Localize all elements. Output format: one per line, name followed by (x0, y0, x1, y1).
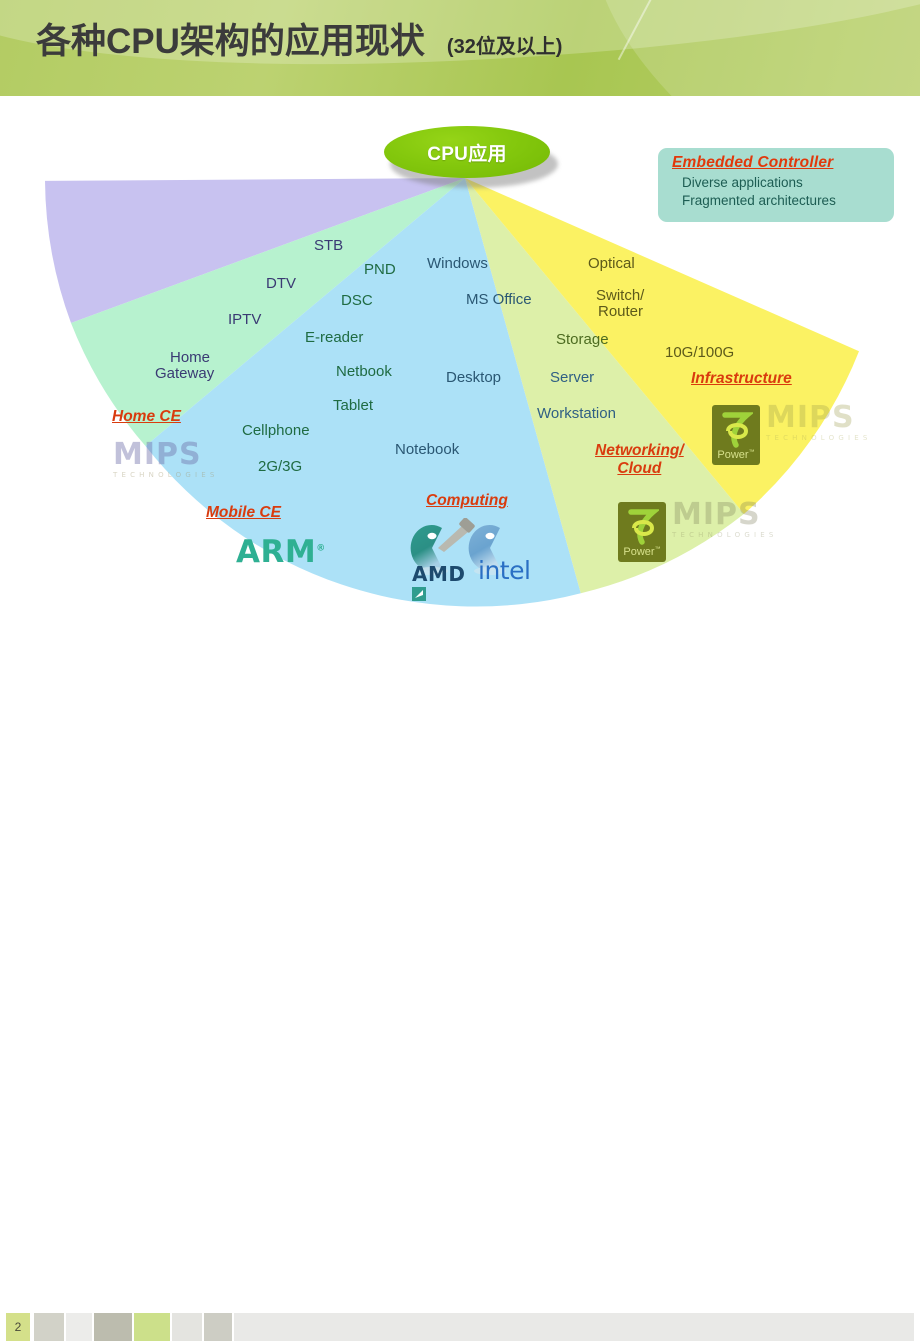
arm-logo: ARM® (236, 534, 326, 570)
power-wordmark-infrastructure: Power (717, 449, 749, 461)
label-tablet[interactable]: Tablet (333, 397, 373, 415)
intel-logo: intel (478, 556, 531, 585)
category-networking-cloud[interactable]: Networking/ Cloud (595, 442, 684, 478)
mips-logo-infrastructure: MIPS TECHNOLOGIES (766, 400, 872, 443)
power-trademark-infrastructure: ™ (748, 449, 755, 456)
amd-arrow-icon (412, 587, 426, 601)
label-10g-100g[interactable]: 10G/100G (665, 344, 734, 362)
mips-logo-networking: MIPS TECHNOLOGIES (672, 497, 778, 540)
label-pnd[interactable]: PND (364, 261, 396, 279)
power-wordmark-group: Power™ (618, 546, 666, 558)
label-dtv[interactable]: DTV (266, 275, 296, 293)
mips-wordmark-networking: MIPS (672, 497, 761, 532)
mips-wordmark-infrastructure: MIPS (766, 400, 855, 435)
arm-wordmark: ARM (236, 534, 317, 570)
power-trademark: ™ (654, 546, 661, 553)
footer-block-5 (134, 1313, 170, 1341)
mips-wordmark: MIPS (113, 437, 202, 472)
mips-tagline: TECHNOLOGIES (113, 471, 219, 479)
category-home-ce[interactable]: Home CE (112, 408, 181, 426)
category-infrastructure[interactable]: Infrastructure (691, 370, 792, 388)
category-networking-line-2: Cloud (617, 459, 662, 477)
arm-trademark: ® (316, 543, 326, 554)
power-swirl-icon (628, 509, 659, 545)
label-optical[interactable]: Optical (588, 255, 635, 273)
label-iptv[interactable]: IPTV (228, 311, 261, 329)
power-wordmark: Power (623, 546, 655, 558)
label-router[interactable]: Router (598, 303, 643, 321)
intel-wordmark: intel (478, 556, 531, 585)
label-cellphone[interactable]: Cellphone (242, 422, 310, 440)
label-2g3g[interactable]: 2G/3G (258, 458, 302, 476)
power-logo: Power™ (618, 502, 666, 562)
label-desktop[interactable]: Desktop (446, 369, 501, 387)
label-server[interactable]: Server (550, 369, 594, 387)
amd-wordmark: AMD (412, 562, 466, 586)
power-swirl-icon-infrastructure (722, 412, 753, 448)
footer-block-6 (172, 1313, 202, 1341)
label-ms-office[interactable]: MS Office (466, 291, 532, 309)
label-e-reader[interactable]: E-reader (305, 329, 363, 347)
power-wordmark-group-infrastructure: Power™ (712, 449, 760, 461)
footer-block-2 (34, 1313, 64, 1341)
slide: 各种CPU架构的应用现状 (32位及以上) CPU应用 Embedded Con… (0, 0, 920, 1341)
label-workstation[interactable]: Workstation (537, 405, 616, 423)
label-stb[interactable]: STB (314, 237, 343, 255)
category-networking-line-1: Networking/ (595, 442, 684, 459)
label-storage[interactable]: Storage (556, 331, 609, 349)
footer-block-7 (204, 1313, 232, 1341)
mips-logo: MIPS TECHNOLOGIES (113, 437, 219, 480)
footer-block-4 (94, 1313, 132, 1341)
slide-footer: 2 (0, 655, 920, 1341)
category-computing[interactable]: Computing (426, 492, 508, 510)
label-notebook[interactable]: Notebook (395, 441, 459, 459)
label-layer: STB DTV IPTV Home Gateway Home CE MIPS T… (0, 0, 920, 690)
category-mobile-ce[interactable]: Mobile CE (206, 504, 281, 522)
label-windows[interactable]: Windows (427, 255, 488, 273)
label-dsc[interactable]: DSC (341, 292, 373, 310)
label-netbook[interactable]: Netbook (336, 363, 392, 381)
mips-tagline-infrastructure: TECHNOLOGIES (766, 434, 872, 442)
page-number: 2 (6, 1313, 30, 1341)
power-logo-infrastructure: Power™ (712, 405, 760, 465)
amd-logo: AMD (412, 562, 472, 604)
label-gateway[interactable]: Gateway (155, 365, 214, 383)
mips-tagline-networking: TECHNOLOGIES (672, 531, 778, 539)
footer-block-8 (234, 1313, 914, 1341)
footer-block-3 (66, 1313, 92, 1341)
